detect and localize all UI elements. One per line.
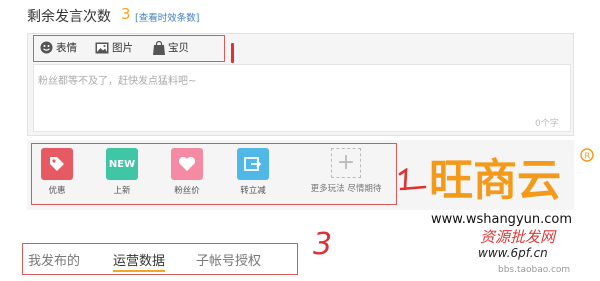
wangshangyun-logo: 旺商云 R bbox=[429, 148, 594, 206]
plugin-new-label: 上新 bbox=[113, 186, 131, 196]
post-placeholder: 粉丝都等不及了，赶快发点猛料吧~ bbox=[38, 76, 197, 87]
page-title: 剩余发言次数 bbox=[27, 9, 111, 25]
plugin-new[interactable]: NEW 上新 bbox=[102, 148, 142, 196]
plugin-more-label: 更多玩法 尽情期待 bbox=[310, 184, 382, 194]
plugin-fan-price-label: 粉丝价 bbox=[174, 186, 200, 196]
svg-text:R: R bbox=[585, 152, 591, 161]
remaining-count: 3 bbox=[121, 5, 131, 23]
plugin-discount-label: 优惠 bbox=[48, 186, 66, 196]
watermark-url: www.6pf.cn bbox=[478, 246, 548, 260]
item-button[interactable]: 宝贝 bbox=[153, 40, 189, 55]
tab-sub-account[interactable]: 子帐号授权 bbox=[196, 250, 261, 269]
annotation-mark-1 bbox=[231, 43, 234, 63]
tab-my-posts[interactable]: 我发布的 bbox=[28, 250, 80, 269]
logo-wordmark: 旺商云 bbox=[429, 155, 561, 206]
plugin-discount[interactable]: 优惠 bbox=[37, 148, 77, 196]
watermark-stamp: 资源批发网 bbox=[480, 228, 556, 246]
annotation-mark-3-label: 3 bbox=[313, 228, 332, 258]
plus-icon: + bbox=[331, 148, 361, 178]
plugin-more[interactable]: + 更多玩法 尽情期待 bbox=[303, 148, 389, 194]
plugin-share-discount[interactable]: 转立减 bbox=[233, 148, 273, 196]
share-discount-icon bbox=[237, 148, 269, 180]
annotation-mark-3: 3 bbox=[313, 228, 332, 258]
plugin-fan-price[interactable]: 粉丝价 bbox=[167, 148, 207, 196]
image-icon bbox=[95, 42, 109, 54]
tab-operation-data[interactable]: 运营数据 bbox=[113, 250, 166, 272]
view-stats-link[interactable]: [查看时效条数] bbox=[135, 10, 199, 24]
emoji-button[interactable]: 表情 bbox=[40, 40, 77, 55]
char-counter: 0个字 bbox=[535, 119, 559, 129]
tag-icon bbox=[41, 148, 73, 180]
annotation-mark-2 bbox=[398, 168, 427, 191]
heart-price-icon bbox=[171, 148, 203, 180]
plugin-share-discount-label: 转立减 bbox=[240, 186, 266, 196]
smile-icon bbox=[40, 41, 53, 54]
emoji-label: 表情 bbox=[56, 42, 77, 54]
bag-icon bbox=[153, 40, 165, 55]
item-label: 宝贝 bbox=[168, 42, 189, 54]
image-button[interactable]: 图片 bbox=[95, 40, 133, 55]
forum-watermark: bbs.taobao.com bbox=[498, 265, 571, 275]
site-url: www.wshangyun.com bbox=[431, 212, 573, 227]
image-label: 图片 bbox=[112, 42, 133, 54]
new-icon: NEW bbox=[106, 148, 138, 180]
